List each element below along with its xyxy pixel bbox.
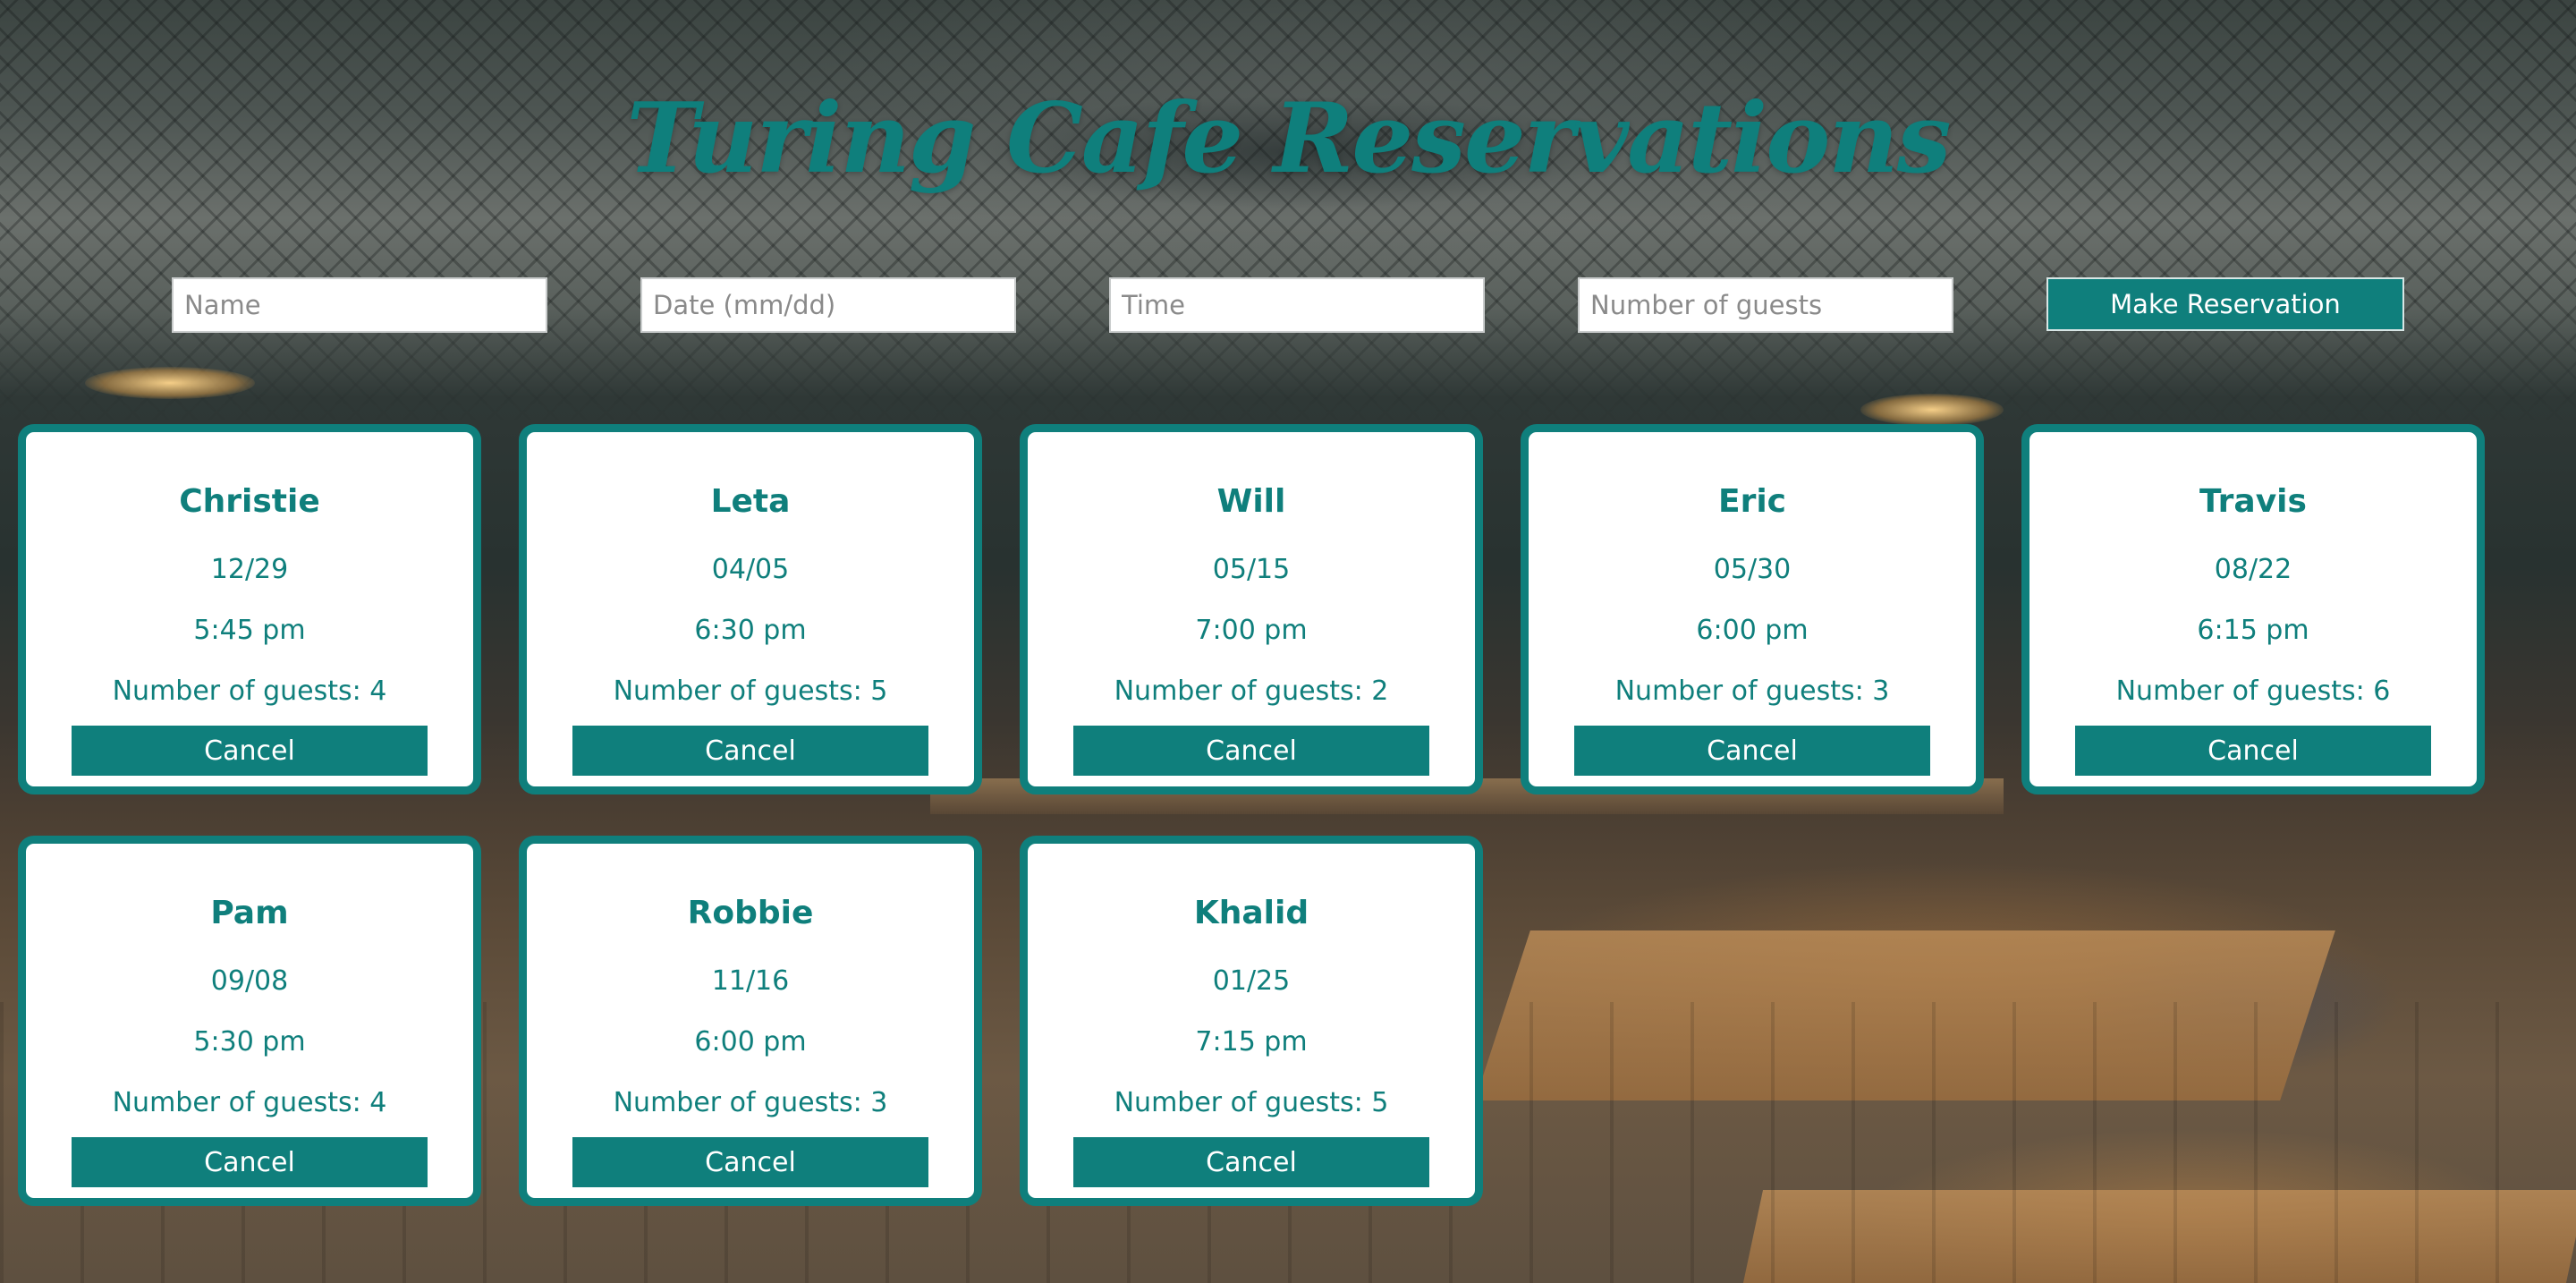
cancel-button[interactable]: Cancel (72, 1137, 428, 1187)
reservation-name: Will (1216, 483, 1286, 520)
reservation-card: Pam 09/08 5:30 pm Number of guests: 4 Ca… (18, 836, 481, 1206)
reservation-date: 05/30 (1713, 554, 1792, 585)
reservation-time: 7:00 pm (1195, 615, 1308, 646)
reservation-card: Eric 05/30 6:00 pm Number of guests: 3 C… (1521, 424, 1984, 794)
cancel-button[interactable]: Cancel (572, 1137, 928, 1187)
cancel-button[interactable]: Cancel (1073, 1137, 1429, 1187)
reservation-card: Christie 12/29 5:45 pm Number of guests:… (18, 424, 481, 794)
cafe-table (1742, 1190, 2576, 1283)
make-reservation-button[interactable]: Make Reservation (2046, 277, 2404, 331)
time-input[interactable] (1109, 277, 1485, 333)
reservation-date: 01/25 (1212, 965, 1291, 997)
reservation-time: 6:30 pm (694, 615, 807, 646)
reservation-date: 04/05 (711, 554, 790, 585)
reservation-guests: Number of guests: 4 (112, 1087, 387, 1118)
reservation-card: Khalid 01/25 7:15 pm Number of guests: 5… (1020, 836, 1483, 1206)
cafe-table (1475, 930, 2335, 1100)
cancel-button[interactable]: Cancel (72, 726, 428, 776)
cancel-button[interactable]: Cancel (1574, 726, 1930, 776)
reservation-card: Travis 08/22 6:15 pm Number of guests: 6… (2021, 424, 2485, 794)
reservation-name: Khalid (1193, 895, 1309, 931)
reservation-guests: Number of guests: 3 (1614, 675, 1890, 707)
name-input[interactable] (172, 277, 547, 333)
date-input[interactable] (640, 277, 1016, 333)
reservation-time: 5:30 pm (193, 1026, 306, 1058)
reservation-name: Leta (710, 483, 791, 520)
reservation-guests: Number of guests: 5 (613, 675, 888, 707)
pendant-lamp (85, 367, 255, 399)
cancel-button[interactable]: Cancel (572, 726, 928, 776)
reservation-time: 6:00 pm (694, 1026, 807, 1058)
guests-input[interactable] (1578, 277, 1953, 333)
reservation-date: 11/16 (711, 965, 790, 997)
reservation-time: 6:00 pm (1696, 615, 1809, 646)
reservation-name: Robbie (687, 895, 814, 931)
reservation-time: 7:15 pm (1195, 1026, 1308, 1058)
reservation-guests: Number of guests: 5 (1114, 1087, 1389, 1118)
reservation-guests: Number of guests: 4 (112, 675, 387, 707)
reservation-date: 05/15 (1212, 554, 1291, 585)
reservation-guests: Number of guests: 6 (2115, 675, 2391, 707)
cancel-button[interactable]: Cancel (2075, 726, 2431, 776)
pendant-lamp (1860, 394, 2004, 426)
reservation-name: Pam (210, 895, 289, 931)
reservation-date: 12/29 (210, 554, 289, 585)
reservation-name: Travis (2199, 483, 2307, 520)
reservation-card: Will 05/15 7:00 pm Number of guests: 2 C… (1020, 424, 1483, 794)
reservation-name: Christie (179, 483, 320, 520)
reservation-guests: Number of guests: 3 (613, 1087, 888, 1118)
reservation-date: 08/22 (2214, 554, 2292, 585)
reservation-card: Leta 04/05 6:30 pm Number of guests: 5 C… (519, 424, 982, 794)
cancel-button[interactable]: Cancel (1073, 726, 1429, 776)
page-title: Turing Cafe Reservations (626, 82, 1951, 195)
reservation-date: 09/08 (210, 965, 289, 997)
reservation-time: 5:45 pm (193, 615, 306, 646)
reservation-time: 6:15 pm (2197, 615, 2309, 646)
reservation-guests: Number of guests: 2 (1114, 675, 1389, 707)
reservation-name: Eric (1717, 483, 1787, 520)
reservation-card: Robbie 11/16 6:00 pm Number of guests: 3… (519, 836, 982, 1206)
